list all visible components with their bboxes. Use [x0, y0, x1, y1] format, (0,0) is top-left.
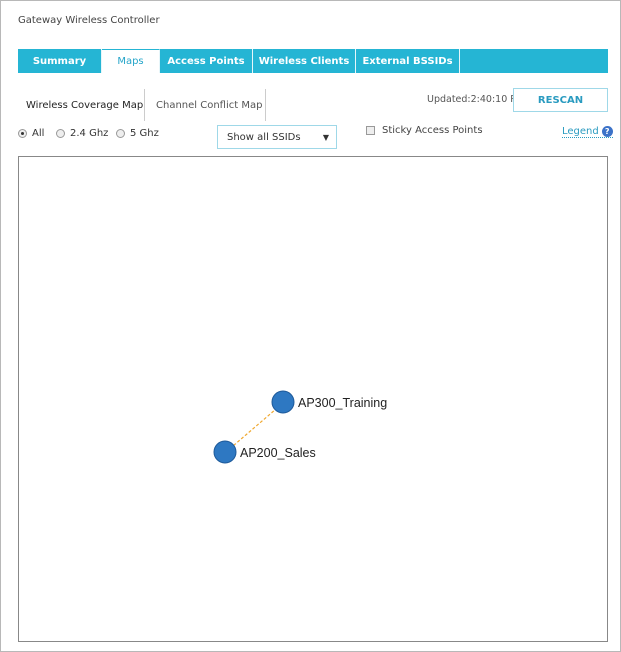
- radio-all[interactable]: All: [18, 128, 44, 139]
- map-canvas: AP300_Training AP200_Sales: [213, 390, 387, 464]
- radio-5ghz-label: 5 Ghz: [130, 128, 159, 139]
- tab-access-points[interactable]: Access Points: [160, 49, 253, 73]
- subtab-divider: [265, 89, 266, 121]
- radio-2-4ghz-control[interactable]: [56, 129, 65, 138]
- checkbox-control[interactable]: [366, 126, 375, 135]
- tab-maps[interactable]: Maps: [102, 49, 160, 73]
- main-tabs: Summary Maps Access Points Wireless Clie…: [18, 49, 608, 73]
- ap-label-ap300: AP300_Training: [298, 396, 387, 410]
- sticky-label: Sticky Access Points: [382, 125, 483, 136]
- subtab-channel-conflict-map[interactable]: Channel Conflict Map: [149, 89, 269, 121]
- legend-label: Legend: [562, 126, 599, 137]
- app-title: Gateway Wireless Controller: [18, 15, 160, 26]
- radio-2-4ghz[interactable]: 2.4 Ghz: [56, 128, 108, 139]
- coverage-map[interactable]: AP300_Training AP200_Sales: [18, 156, 608, 642]
- ssid-select[interactable]: Show all SSIDs ▼: [217, 125, 337, 149]
- dropdown-arrow-icon: ▼: [322, 132, 329, 142]
- ap-label-ap200: AP200_Sales: [240, 446, 316, 460]
- tab-external-bssids[interactable]: External BSSIDs: [356, 49, 460, 73]
- updated-time: Updated:2:40:10 PM: [427, 94, 525, 105]
- radio-5ghz-control[interactable]: [116, 129, 125, 138]
- ssid-select-value: Show all SSIDs: [227, 131, 301, 143]
- ap-link: [225, 402, 284, 453]
- ap-node-ap200[interactable]: [213, 440, 237, 464]
- ap-node-ap300[interactable]: [271, 390, 295, 414]
- legend-link[interactable]: Legend?: [562, 126, 613, 138]
- radio-2-4ghz-label: 2.4 Ghz: [70, 128, 109, 139]
- help-icon: ?: [601, 126, 613, 137]
- radio-all-label: All: [32, 128, 45, 139]
- subtab-divider: [144, 89, 145, 121]
- sticky-access-points-checkbox[interactable]: Sticky Access Points: [366, 125, 483, 136]
- radio-5ghz[interactable]: 5 Ghz: [116, 128, 159, 139]
- subtab-wireless-coverage-map[interactable]: Wireless Coverage Map: [19, 89, 150, 121]
- tab-wireless-clients[interactable]: Wireless Clients: [253, 49, 356, 73]
- tab-summary[interactable]: Summary: [18, 49, 102, 73]
- rescan-button[interactable]: RESCAN: [513, 88, 608, 112]
- radio-all-control[interactable]: [18, 129, 27, 138]
